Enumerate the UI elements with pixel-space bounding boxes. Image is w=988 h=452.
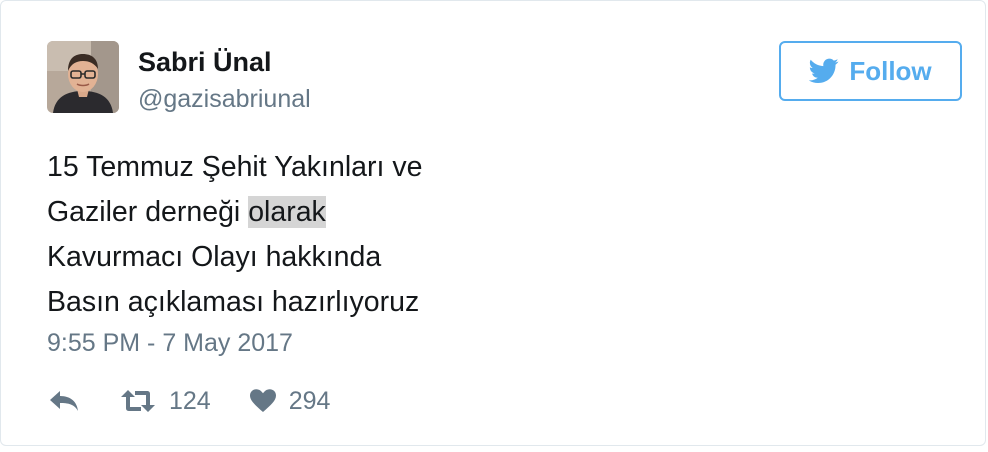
reply-icon [50,391,78,411]
like-count: 294 [288,387,331,415]
user-avatar-photo [47,41,119,113]
reply-button[interactable] [47,388,81,414]
twitter-bird-icon [809,58,839,83]
tweet-text: 15 Temmuz Şehit Yakınları ve Gaziler der… [47,145,747,325]
tweet-timestamp[interactable]: 9:55 PM - 7 May 2017 [47,327,293,359]
highlighted-word: olarak [248,196,326,228]
avatar[interactable] [47,41,119,113]
like-button[interactable]: 294 [249,386,331,416]
retweet-icon [121,390,155,412]
tweet-actions: 124 294 [47,381,330,421]
display-name[interactable]: Sabri Ünal [138,45,272,79]
retweet-count: 124 [169,387,211,415]
follow-button[interactable]: Follow [779,41,962,101]
tweet-line-2: Gaziler derneği olarak [47,190,747,235]
tweet-line-2-text: Gaziler derneği [47,196,249,228]
user-handle[interactable]: @gazisabriunal [138,83,311,115]
tweet-card: Sabri Ünal @gazisabriunal Follow 15 Temm… [0,0,986,446]
tweet-line-4: Basın açıklaması hazırlıyoruz [47,286,420,318]
follow-label: Follow [849,56,932,86]
heart-icon [249,389,276,412]
retweet-button[interactable]: 124 [119,386,211,416]
tweet-line-1: 15 Temmuz Şehit Yakınları ve [47,151,423,183]
tweet-line-3: Kavurmacı Olayı hakkında [47,241,382,273]
